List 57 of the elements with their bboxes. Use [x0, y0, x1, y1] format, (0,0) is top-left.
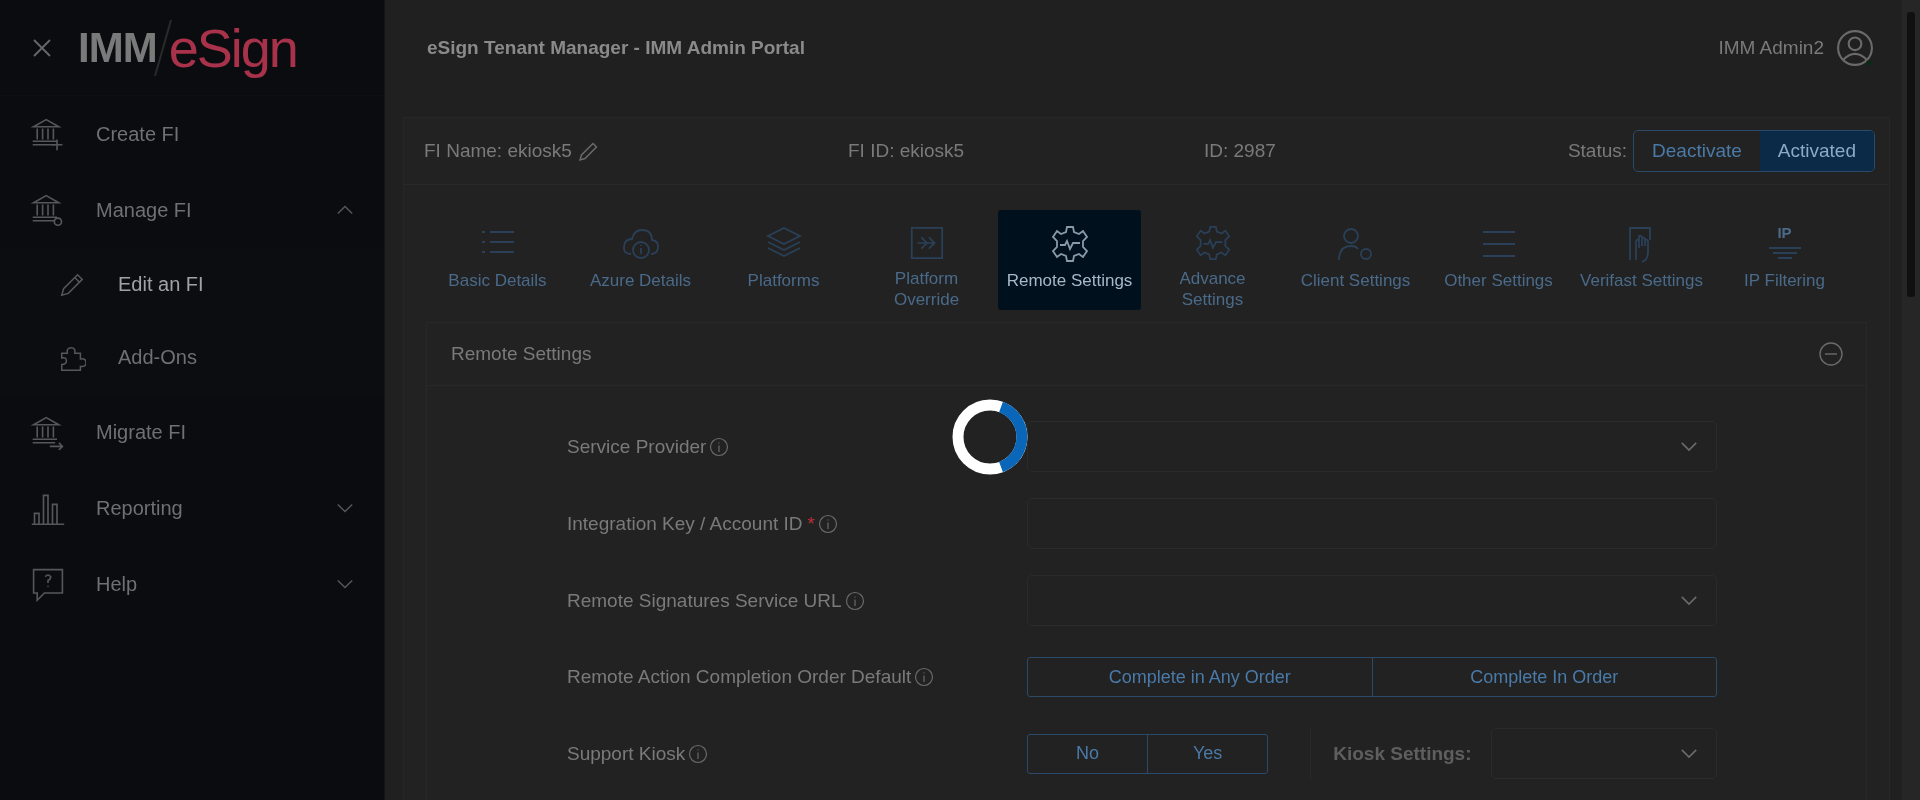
dropdown-field[interactable] — [1027, 575, 1717, 626]
chevron-icon — [1680, 441, 1698, 452]
status-option[interactable]: Deactivate — [1634, 131, 1760, 171]
chevron-icon — [1680, 595, 1698, 606]
dropdown-field[interactable] — [1491, 728, 1717, 779]
toggle-option[interactable]: Complete in Any Order — [1028, 658, 1372, 696]
field-label: Service Provider — [567, 435, 707, 458]
collapse-icon[interactable] — [1818, 341, 1844, 367]
logo: IMM eSign — [78, 16, 297, 79]
settings-tab[interactable]: Platforms — [712, 210, 855, 310]
ip-text: IP — [1777, 224, 1792, 242]
fi-name: FI Name: ekiosk5 — [424, 140, 572, 162]
fi-id: FI ID: ekiosk5 — [848, 140, 966, 162]
page-title: eSign Tenant Manager - IMM Admin Portal — [427, 36, 805, 59]
sidebar-subitem[interactable]: Edit an FI — [0, 248, 384, 321]
pencil-icon[interactable] — [577, 140, 600, 162]
section-title: Remote Settings — [451, 343, 592, 365]
settings-tab[interactable]: Remote Settings — [998, 210, 1141, 310]
user-avatar-icon[interactable] — [1836, 28, 1874, 67]
user-name: IMM Admin2 — [1718, 36, 1824, 59]
info-icon[interactable] — [817, 513, 838, 534]
dropdown-field[interactable] — [1027, 421, 1717, 472]
kiosk-settings-label: Kiosk Settings: — [1333, 742, 1473, 765]
settings-tab[interactable]: Other Settings — [1427, 210, 1570, 310]
field-label: Integration Key / Account ID — [567, 512, 803, 535]
field-label: Support Kiosk — [567, 742, 686, 765]
tenant-id: ID: 2987 — [1204, 140, 1277, 162]
help-icon — [30, 566, 66, 602]
status-option[interactable]: Activated — [1759, 131, 1874, 171]
field-label: Remote Action Completion Order Default — [567, 666, 912, 688]
sidebar-item[interactable]: Create FI — [0, 96, 384, 172]
bank-arrow-icon — [30, 414, 66, 450]
chevron-icon — [1680, 748, 1698, 759]
info-icon[interactable] — [709, 436, 730, 457]
info-icon[interactable] — [844, 590, 865, 611]
sidebar-item[interactable]: Migrate FI — [0, 394, 384, 470]
gear-pulse-icon — [1049, 224, 1090, 264]
close-icon[interactable] — [32, 37, 52, 58]
info-icon[interactable] — [914, 667, 935, 687]
sidebar-item[interactable]: Help — [0, 546, 384, 622]
settings-tab[interactable]: Platform Override — [855, 210, 998, 310]
sidebar-item[interactable]: Manage FI — [0, 172, 384, 248]
toggle-option[interactable]: Complete In Order — [1371, 658, 1716, 696]
info-icon[interactable] — [688, 743, 709, 764]
settings-tab[interactable]: Azure Details — [569, 210, 712, 310]
sidebar-item[interactable]: Reporting — [0, 470, 384, 546]
settings-tab[interactable]: Advance Settings — [1141, 210, 1284, 310]
settings-tab[interactable]: Client Settings — [1284, 210, 1427, 310]
status-label: Status: — [1567, 140, 1628, 162]
settings-tab[interactable]: IP IP Filtering — [1713, 210, 1856, 310]
required-mark: * — [807, 512, 815, 535]
toggle-option[interactable]: Yes — [1147, 734, 1268, 773]
sidebar-subitem[interactable]: Add-Ons — [0, 321, 384, 394]
settings-tab[interactable]: Basic Details — [426, 210, 569, 310]
field-label: Remote Signatures Service URL — [567, 589, 842, 612]
settings-tab[interactable]: Verifast Settings — [1570, 210, 1713, 310]
toggle-option[interactable]: No — [1028, 734, 1148, 773]
